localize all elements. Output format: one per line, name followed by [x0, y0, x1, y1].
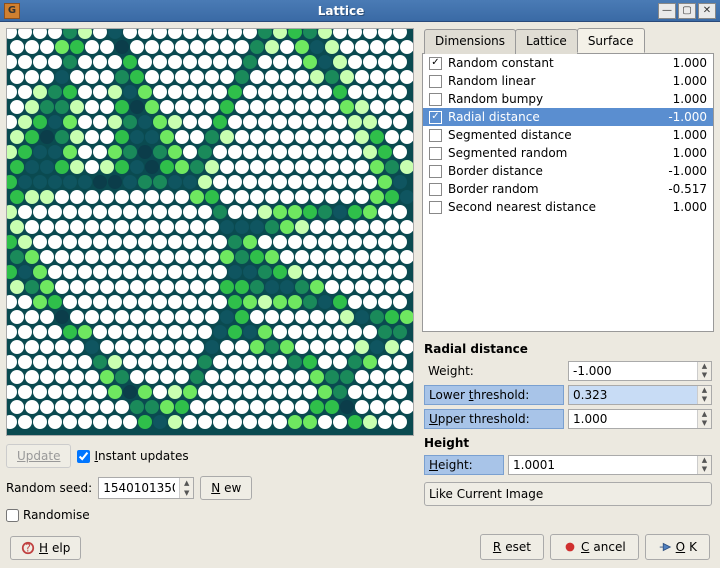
surface-item-0[interactable]: ✓Random constant1.000 — [423, 54, 713, 72]
maximize-button[interactable]: ▢ — [678, 3, 696, 19]
surface-item-4[interactable]: Segmented distance1.000 — [423, 126, 713, 144]
preview-canvas — [6, 28, 414, 436]
checkbox-icon[interactable] — [429, 93, 442, 106]
tab-lattice[interactable]: Lattice — [515, 29, 578, 54]
surface-item-7[interactable]: Border random-0.517 — [423, 180, 713, 198]
upper-threshold-spinner[interactable]: ▲▼ — [568, 409, 712, 429]
surface-item-3[interactable]: ✓Radial distance-1.000 — [423, 108, 713, 126]
svg-text:?: ? — [25, 543, 31, 555]
tab-bar: Dimensions Lattice Surface — [422, 28, 714, 54]
help-button[interactable]: ? Help — [10, 536, 81, 560]
surface-list[interactable]: ✓Random constant1.000Random linear1.000R… — [422, 54, 714, 332]
close-button[interactable]: ✕ — [698, 3, 716, 19]
weight-spinner[interactable]: ▲▼ — [568, 361, 712, 381]
ok-button[interactable]: OK — [645, 534, 710, 560]
spinner-up-icon[interactable]: ▲ — [180, 478, 193, 488]
spinner-down-icon[interactable]: ▼ — [180, 488, 193, 498]
checkbox-icon[interactable]: ✓ — [429, 111, 442, 124]
reset-button[interactable]: Reset — [480, 534, 544, 560]
update-button: Update — [6, 444, 71, 468]
upper-threshold-label: Upper threshold: — [424, 409, 564, 429]
new-seed-button[interactable]: New — [200, 476, 252, 500]
checkbox-icon[interactable] — [429, 201, 442, 214]
height-spinner[interactable]: ▲▼ — [508, 455, 712, 475]
minimize-button[interactable]: — — [658, 3, 676, 19]
height-label: Height: — [424, 455, 504, 475]
random-seed-spinner[interactable]: ▲▼ — [98, 477, 194, 499]
ok-icon — [658, 540, 672, 554]
random-seed-input[interactable] — [99, 478, 179, 498]
tab-surface[interactable]: Surface — [577, 28, 645, 53]
cancel-icon — [563, 540, 577, 554]
surface-item-5[interactable]: Segmented random1.000 — [423, 144, 713, 162]
surface-item-8[interactable]: Second nearest distance1.000 — [423, 198, 713, 216]
section-height: Height — [422, 432, 714, 452]
weight-label: Weight: — [424, 362, 564, 380]
randomise-checkbox[interactable]: Randomise — [6, 508, 90, 522]
surface-item-2[interactable]: Random bumpy1.000 — [423, 90, 713, 108]
checkbox-icon[interactable] — [429, 147, 442, 160]
surface-item-1[interactable]: Random linear1.000 — [423, 72, 713, 90]
section-radial-distance: Radial distance — [422, 338, 714, 358]
checkbox-icon[interactable]: ✓ — [429, 57, 442, 70]
checkbox-icon[interactable] — [429, 75, 442, 88]
tab-dimensions[interactable]: Dimensions — [424, 29, 516, 54]
like-current-image-button[interactable]: Like Current Image — [424, 482, 712, 506]
cancel-button[interactable]: Cancel — [550, 534, 639, 560]
instant-updates-checkbox[interactable]: Instant updates — [77, 449, 188, 463]
checkbox-icon[interactable] — [429, 183, 442, 196]
lower-threshold-label: Lower threshold: — [424, 385, 564, 405]
lower-threshold-spinner[interactable]: ▲▼ — [568, 385, 712, 405]
checkbox-icon[interactable] — [429, 165, 442, 178]
window-title: Lattice — [26, 4, 656, 18]
titlebar: G Lattice — ▢ ✕ — [0, 0, 720, 22]
surface-item-6[interactable]: Border distance-1.000 — [423, 162, 713, 180]
app-icon: G — [4, 3, 20, 19]
random-seed-label: Random seed: — [6, 481, 92, 495]
help-icon: ? — [21, 541, 35, 555]
checkbox-icon[interactable] — [429, 129, 442, 142]
